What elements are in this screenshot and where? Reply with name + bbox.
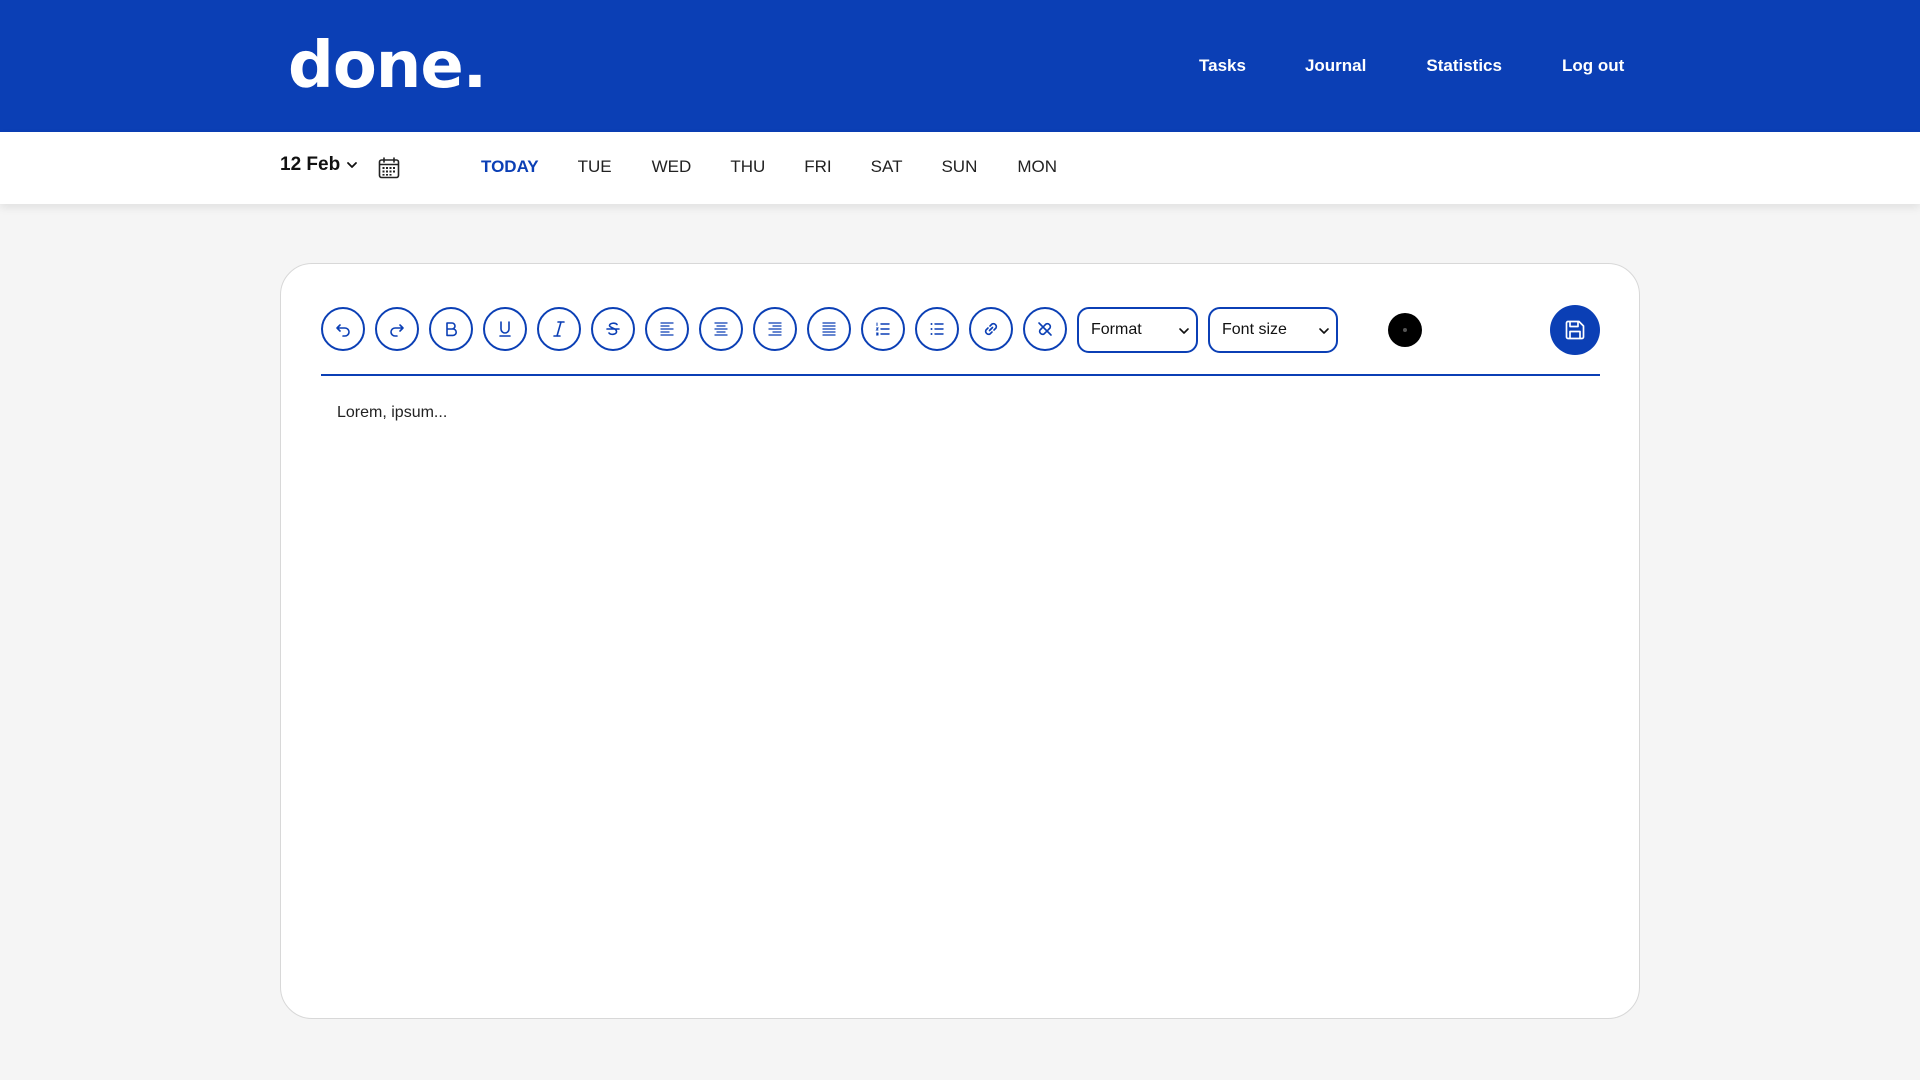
- align-right-button[interactable]: [753, 307, 797, 351]
- align-justify-icon: [822, 322, 836, 336]
- day-tab-sun[interactable]: SUN: [941, 156, 977, 178]
- ordered-list-icon: [875, 322, 890, 336]
- chevron-down-icon: [1319, 328, 1329, 334]
- save-icon: [1565, 320, 1585, 340]
- strikethrough-button[interactable]: [591, 307, 635, 351]
- undo-button[interactable]: [321, 307, 365, 351]
- nav-statistics-link[interactable]: Statistics: [1426, 54, 1502, 78]
- bold-button[interactable]: [429, 307, 473, 351]
- save-button[interactable]: [1550, 305, 1600, 355]
- journal-editor-card: Format Font size Lorem, ipsum...: [280, 263, 1640, 1019]
- align-justify-button[interactable]: [807, 307, 851, 351]
- app-logo[interactable]: done.: [288, 26, 487, 106]
- top-navbar: done. Tasks Journal Statistics Log out: [0, 0, 1920, 132]
- day-tab-fri[interactable]: FRI: [804, 156, 831, 178]
- nav-logout-link[interactable]: Log out: [1562, 54, 1624, 78]
- align-left-icon: [660, 322, 674, 336]
- day-tab-thu[interactable]: THU: [730, 156, 765, 178]
- link-button[interactable]: [969, 307, 1013, 351]
- bullet-list-button[interactable]: [915, 307, 959, 351]
- date-bar: 12 Feb TODAY TUE WED THU FRI SAT SUN MON: [0, 132, 1920, 204]
- date-selector[interactable]: 12 Feb: [280, 154, 358, 176]
- align-center-button[interactable]: [699, 307, 743, 351]
- undo-icon: [336, 324, 350, 337]
- editor-toolbar: Format Font size: [321, 305, 1601, 355]
- link-icon: [984, 322, 998, 336]
- bold-icon: [446, 322, 457, 337]
- italic-icon: [553, 321, 565, 337]
- bullet-list-icon: [930, 323, 944, 335]
- font-size-select[interactable]: Font size: [1208, 307, 1338, 353]
- underline-icon: [499, 321, 511, 337]
- redo-icon: [390, 324, 404, 337]
- day-tab-mon[interactable]: MON: [1017, 156, 1057, 178]
- align-right-icon: [768, 322, 782, 336]
- chevron-down-icon: [1179, 328, 1189, 334]
- format-select-label: Format: [1091, 321, 1142, 338]
- chevron-down-icon: [347, 162, 358, 168]
- calendar-icon[interactable]: [377, 156, 401, 180]
- nav-tasks-link[interactable]: Tasks: [1199, 54, 1246, 78]
- day-tab-tue[interactable]: TUE: [578, 156, 612, 178]
- underline-button[interactable]: [483, 307, 527, 351]
- toolbar-divider: [321, 374, 1600, 376]
- text-color-picker[interactable]: [1388, 313, 1422, 347]
- journal-text-editor[interactable]: Lorem, ipsum...: [337, 404, 1577, 984]
- unlink-button[interactable]: [1023, 307, 1067, 351]
- ordered-list-button[interactable]: [861, 307, 905, 351]
- align-left-button[interactable]: [645, 307, 689, 351]
- redo-button[interactable]: [375, 307, 419, 351]
- day-tabs: TODAY TUE WED THU FRI SAT SUN MON: [481, 156, 1057, 178]
- nav-journal-link[interactable]: Journal: [1305, 54, 1366, 78]
- italic-button[interactable]: [537, 307, 581, 351]
- font-size-select-label: Font size: [1222, 321, 1287, 338]
- format-select[interactable]: Format: [1077, 307, 1198, 353]
- current-date: 12 Feb: [280, 154, 341, 175]
- strikethrough-icon: [606, 322, 620, 336]
- day-tab-today[interactable]: TODAY: [481, 156, 539, 178]
- day-tab-wed[interactable]: WED: [652, 156, 692, 178]
- main-nav: Tasks Journal Statistics Log out: [1199, 54, 1624, 78]
- unlink-icon: [1038, 322, 1052, 336]
- align-center-icon: [714, 322, 728, 336]
- day-tab-sat[interactable]: SAT: [871, 156, 903, 178]
